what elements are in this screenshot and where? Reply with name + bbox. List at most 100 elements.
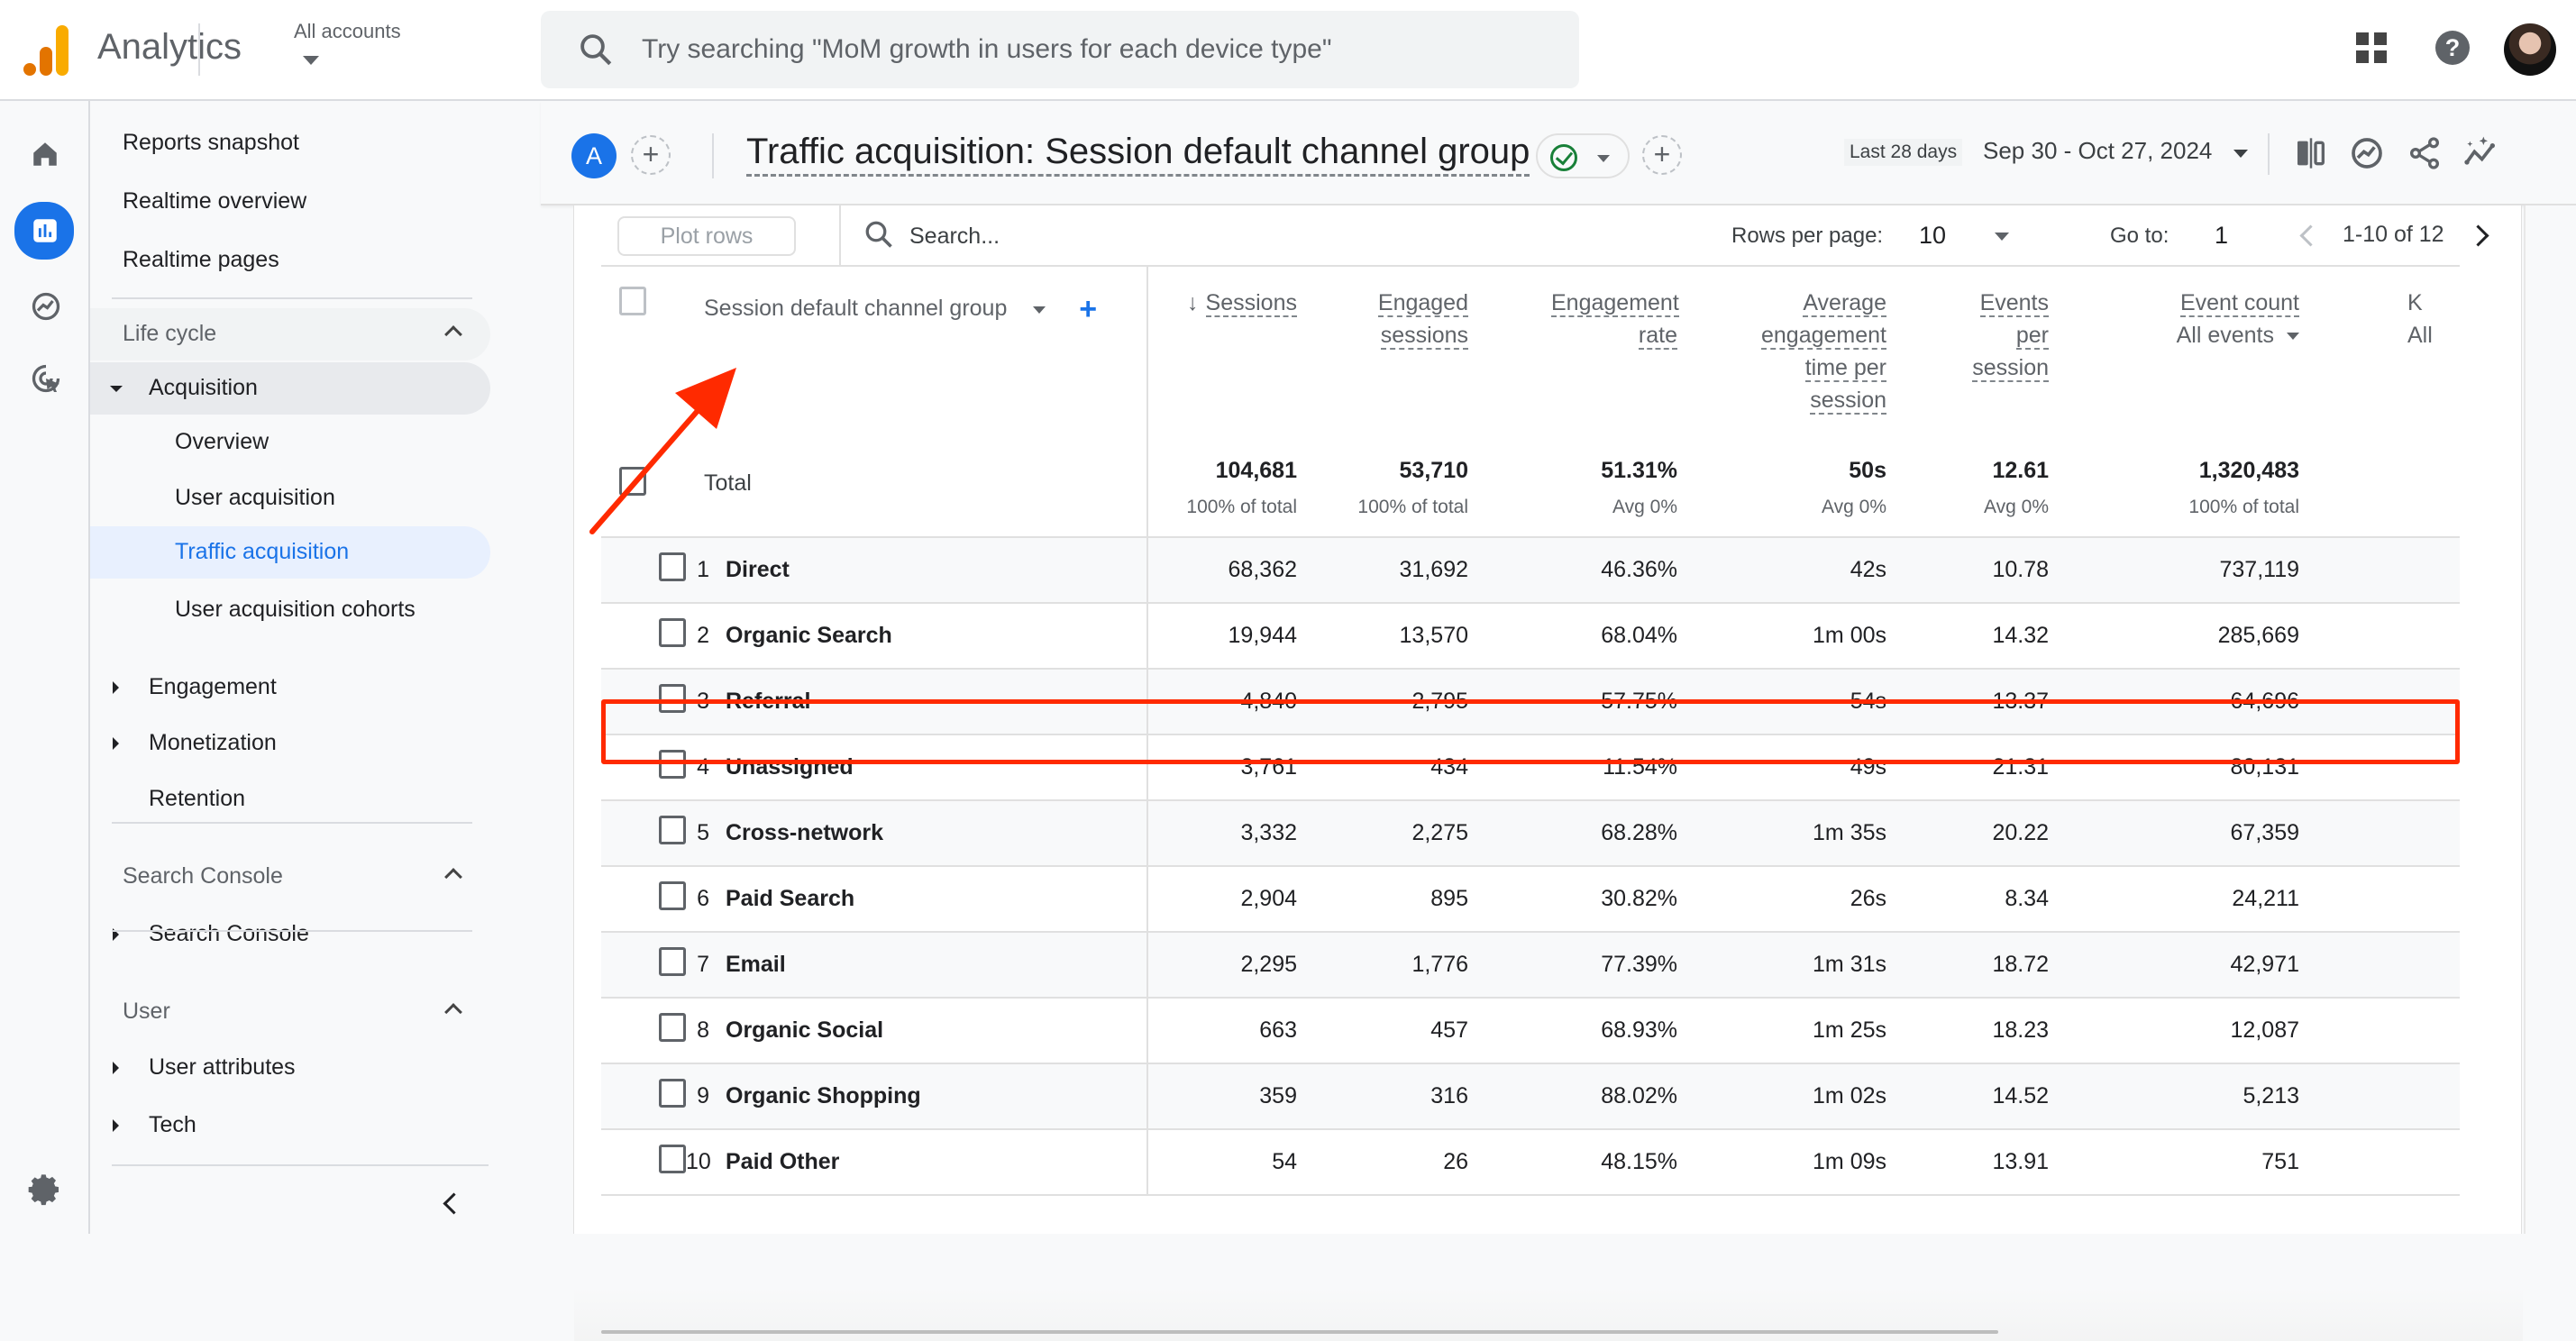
nav-tech[interactable]: Tech	[90, 1099, 490, 1152]
nav-engagement[interactable]: Engagement	[90, 661, 490, 714]
caret-down-icon[interactable]	[2287, 333, 2299, 341]
nav-section-user[interactable]: User	[90, 986, 490, 1038]
avatar[interactable]	[2504, 23, 2556, 76]
table-row[interactable]: 3 Referral 4,840 2,795 57.75% 54s 13.37 64,696	[601, 669, 2460, 735]
row-checkbox[interactable]	[659, 1079, 686, 1108]
rail-reports[interactable]	[14, 202, 74, 260]
nav-retention[interactable]: Retention	[90, 773, 490, 826]
apps-grid-icon[interactable]	[2356, 32, 2389, 65]
total-checkbox[interactable]	[619, 467, 646, 496]
row-checkbox[interactable]	[659, 618, 686, 647]
metric-cell: 3,761	[1147, 734, 1297, 801]
channel-name[interactable]: Paid Search	[726, 866, 1148, 933]
channel-name[interactable]: Cross-network	[726, 800, 1148, 867]
metric-cell	[2299, 998, 2460, 1064]
table-search-input[interactable]	[909, 218, 1450, 254]
nav-monetization[interactable]: Monetization	[90, 717, 490, 770]
global-search[interactable]	[541, 11, 1579, 88]
nav-acquisition-overview[interactable]: Overview	[90, 416, 490, 469]
channel-name[interactable]: Organic Social	[726, 998, 1148, 1064]
channel-name[interactable]: Organic Search	[726, 603, 1148, 670]
nav-section-life-cycle[interactable]: Life cycle	[90, 308, 490, 360]
row-checkbox[interactable]	[659, 816, 686, 844]
comparison-segment-badge[interactable]: A	[571, 133, 617, 178]
col-avg-engagement-time[interactable]: Average engagement time per session	[1677, 267, 1886, 443]
row-checkbox[interactable]	[659, 1013, 686, 1042]
nav-acquisition[interactable]: Acquisition	[90, 362, 490, 415]
caret-down-icon[interactable]	[1033, 306, 1046, 314]
nav-realtime-overview[interactable]: Realtime overview	[90, 176, 490, 228]
table-row[interactable]: 4 Unassigned 3,761 434 11.54% 49s 21.31 80,131	[601, 734, 2460, 801]
caret-down-icon[interactable]	[1995, 233, 2009, 241]
table-row[interactable]: 2 Organic Search 19,944 13,570 68.04% 1m 00s 1…	[601, 603, 2460, 670]
nav-user-acquisition[interactable]: User acquisition	[90, 472, 490, 525]
row-checkbox[interactable]	[659, 947, 686, 976]
col-engaged-sessions[interactable]: Engaged sessions	[1297, 267, 1468, 443]
table-row[interactable]: 10 Paid Other 54 26 48.15% 1m 09s 13.91 751	[601, 1129, 2460, 1196]
help-icon[interactable]: ?	[2435, 31, 2470, 65]
table-row[interactable]: 6 Paid Search 2,904 895 30.82% 26s 8.34 24,211	[601, 866, 2460, 933]
nav-traffic-acquisition[interactable]: Traffic acquisition	[90, 526, 490, 579]
table-row[interactable]: 8 Organic Social 663 457 68.93% 1m 25s 18.23 12…	[601, 998, 2460, 1064]
event-filter-select[interactable]: All events	[2177, 323, 2274, 348]
select-all-checkbox[interactable]	[619, 287, 646, 315]
previous-page-button[interactable]	[2296, 225, 2316, 245]
total-value: 12.61	[1992, 458, 2049, 483]
table-row[interactable]: 7 Email 2,295 1,776 77.39% 1m 31s 18.72 42,971	[601, 932, 2460, 999]
row-checkbox[interactable]	[659, 881, 686, 910]
row-checkbox[interactable]	[659, 552, 686, 581]
rows-per-page-select[interactable]: 10	[1919, 222, 1946, 250]
collapse-nav-button[interactable]	[437, 1190, 464, 1217]
horizontal-scrollbar[interactable]	[601, 1330, 1998, 1334]
col-engagement-rate[interactable]: Engagement rate	[1468, 267, 1679, 443]
caret-down-icon[interactable]	[2233, 150, 2248, 158]
rail-explore[interactable]	[14, 278, 74, 332]
row-checkbox[interactable]	[659, 1145, 686, 1173]
analytics-logo-icon[interactable]	[23, 25, 69, 76]
plot-rows-button[interactable]: Plot rows	[617, 216, 796, 256]
table-row[interactable]: 9 Organic Shopping 359 316 88.02% 1m 02s 14.52…	[601, 1063, 2460, 1130]
channel-name[interactable]: Organic Shopping	[726, 1063, 1148, 1130]
goto-page-input[interactable]	[2215, 222, 2251, 250]
nav-reports-snapshot[interactable]: Reports snapshot	[90, 117, 490, 169]
row-checkbox[interactable]	[659, 750, 686, 779]
account-selector[interactable]: All accounts	[294, 20, 401, 65]
col-event-count[interactable]: Event count All events	[2049, 267, 2299, 443]
share-icon[interactable]	[2407, 135, 2443, 171]
global-search-input[interactable]	[642, 27, 1543, 72]
nav-section-search-console[interactable]: Search Console	[90, 851, 490, 903]
compare-icon[interactable]	[2293, 135, 2329, 171]
rail-home[interactable]	[14, 126, 74, 180]
col-sessions[interactable]: ↓ Sessions	[1147, 267, 1297, 443]
insights-icon[interactable]	[2349, 135, 2385, 171]
nav-user-attributes[interactable]: User attributes	[90, 1042, 490, 1094]
nav-realtime-pages[interactable]: Realtime pages	[90, 234, 490, 287]
nav-search-console[interactable]: Search Console	[90, 908, 490, 961]
add-comparison-button[interactable]: +	[631, 135, 671, 175]
add-dimension-button[interactable]: +	[1079, 292, 1097, 326]
channel-name[interactable]: Email	[726, 932, 1148, 999]
channel-name[interactable]: Direct	[726, 537, 1148, 604]
next-page-button[interactable]	[2471, 225, 2490, 245]
settings-gear-icon[interactable]	[27, 1172, 63, 1208]
divider	[112, 822, 472, 824]
channel-name[interactable]: Unassigned	[726, 734, 1148, 801]
total-value: 53,710	[1399, 458, 1468, 483]
col-key-events[interactable]: K All	[2299, 267, 2460, 443]
add-filter-button[interactable]: +	[1642, 135, 1682, 175]
report-status-dropdown[interactable]	[1536, 133, 1630, 178]
channel-name[interactable]: Paid Other	[726, 1129, 1148, 1196]
col-events-per-session[interactable]: Events per session	[1886, 267, 2049, 443]
table-row[interactable]: 1 Direct 68,362 31,692 46.36% 42s 10.78 737,119	[601, 537, 2460, 604]
nav-user-acquisition-cohorts[interactable]: User acquisition cohorts	[90, 584, 490, 636]
table-row[interactable]: 5 Cross-network 3,332 2,275 68.28% 1m 35s 20.2…	[601, 800, 2460, 867]
vertical-scrollbar-track[interactable]	[2524, 205, 2576, 1234]
spark-insights-icon[interactable]	[2462, 135, 2498, 171]
report-title[interactable]: Traffic acquisition: Session default cha…	[746, 132, 1530, 177]
date-range-picker[interactable]: Sep 30 - Oct 27, 2024	[1983, 137, 2212, 165]
explore-icon	[32, 292, 60, 321]
rail-advertising[interactable]	[14, 350, 74, 404]
channel-name[interactable]: Referral	[726, 669, 1148, 735]
dimension-selector[interactable]: Session default channel group	[704, 296, 1007, 321]
row-checkbox[interactable]	[659, 684, 686, 713]
